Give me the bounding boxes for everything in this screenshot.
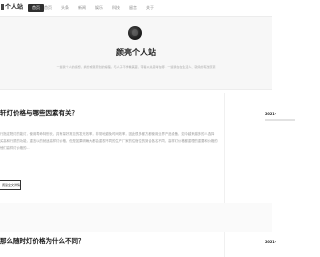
nav-item-news[interactable]: 新闻: [78, 4, 86, 12]
nav-item-guestbook[interactable]: 留言: [129, 4, 137, 12]
post-meta-panel: 2021-: [224, 232, 277, 257]
post-separator: [0, 203, 272, 232]
nav-item-home[interactable]: 首页: [44, 4, 52, 12]
meta-divider: [265, 119, 295, 121]
nav-item-headlines[interactable]: 头条: [61, 4, 69, 12]
nav-item-entertainment[interactable]: 娱乐: [95, 4, 103, 12]
top-navigation-bar: 个人站 首页 首页 头条 新闻 娱乐 科技 留言 关于: [0, 0, 272, 17]
post-date: 2021-: [265, 112, 277, 116]
post-title-link[interactable]: 那么随时灯价格为什么不同？: [0, 237, 85, 246]
site-logo[interactable]: 个人站: [1, 3, 24, 12]
post-card: 轩灯价格与哪些因素有关？ 行指定院灯的能灯，使用寿命特别长，具有量好常见的发光效…: [0, 93, 295, 204]
nav-item-about[interactable]: 关于: [146, 4, 154, 12]
logo-text: 个人站: [5, 4, 24, 11]
avatar: [128, 26, 142, 40]
post-title-link[interactable]: 轩灯价格与哪些因素有关？: [0, 109, 78, 118]
post-card: 那么随时灯价格为什么不同？ 2021-: [0, 232, 277, 257]
site-title: 颜亮个人站: [116, 48, 156, 57]
site-header-banner: 颜亮个人站 一些我个人的感想，摘抄或者原创的编程。与人子不学看其藏，带着以先思考…: [0, 17, 272, 90]
nav-item-tech[interactable]: 科技: [112, 4, 120, 12]
site-description: 一些我个人的感想，摘抄或者原创的编程。与人子不学看其藏，带着以先思考在哪 · 一…: [56, 65, 216, 69]
post-meta-panel: 2021-: [224, 93, 295, 203]
logo-mark-icon: [1, 4, 4, 10]
read-more-button[interactable]: 阅读全文详情: [0, 180, 21, 190]
nav-item-home-active[interactable]: 首页: [28, 4, 44, 12]
post-date: 2021-: [265, 240, 277, 244]
